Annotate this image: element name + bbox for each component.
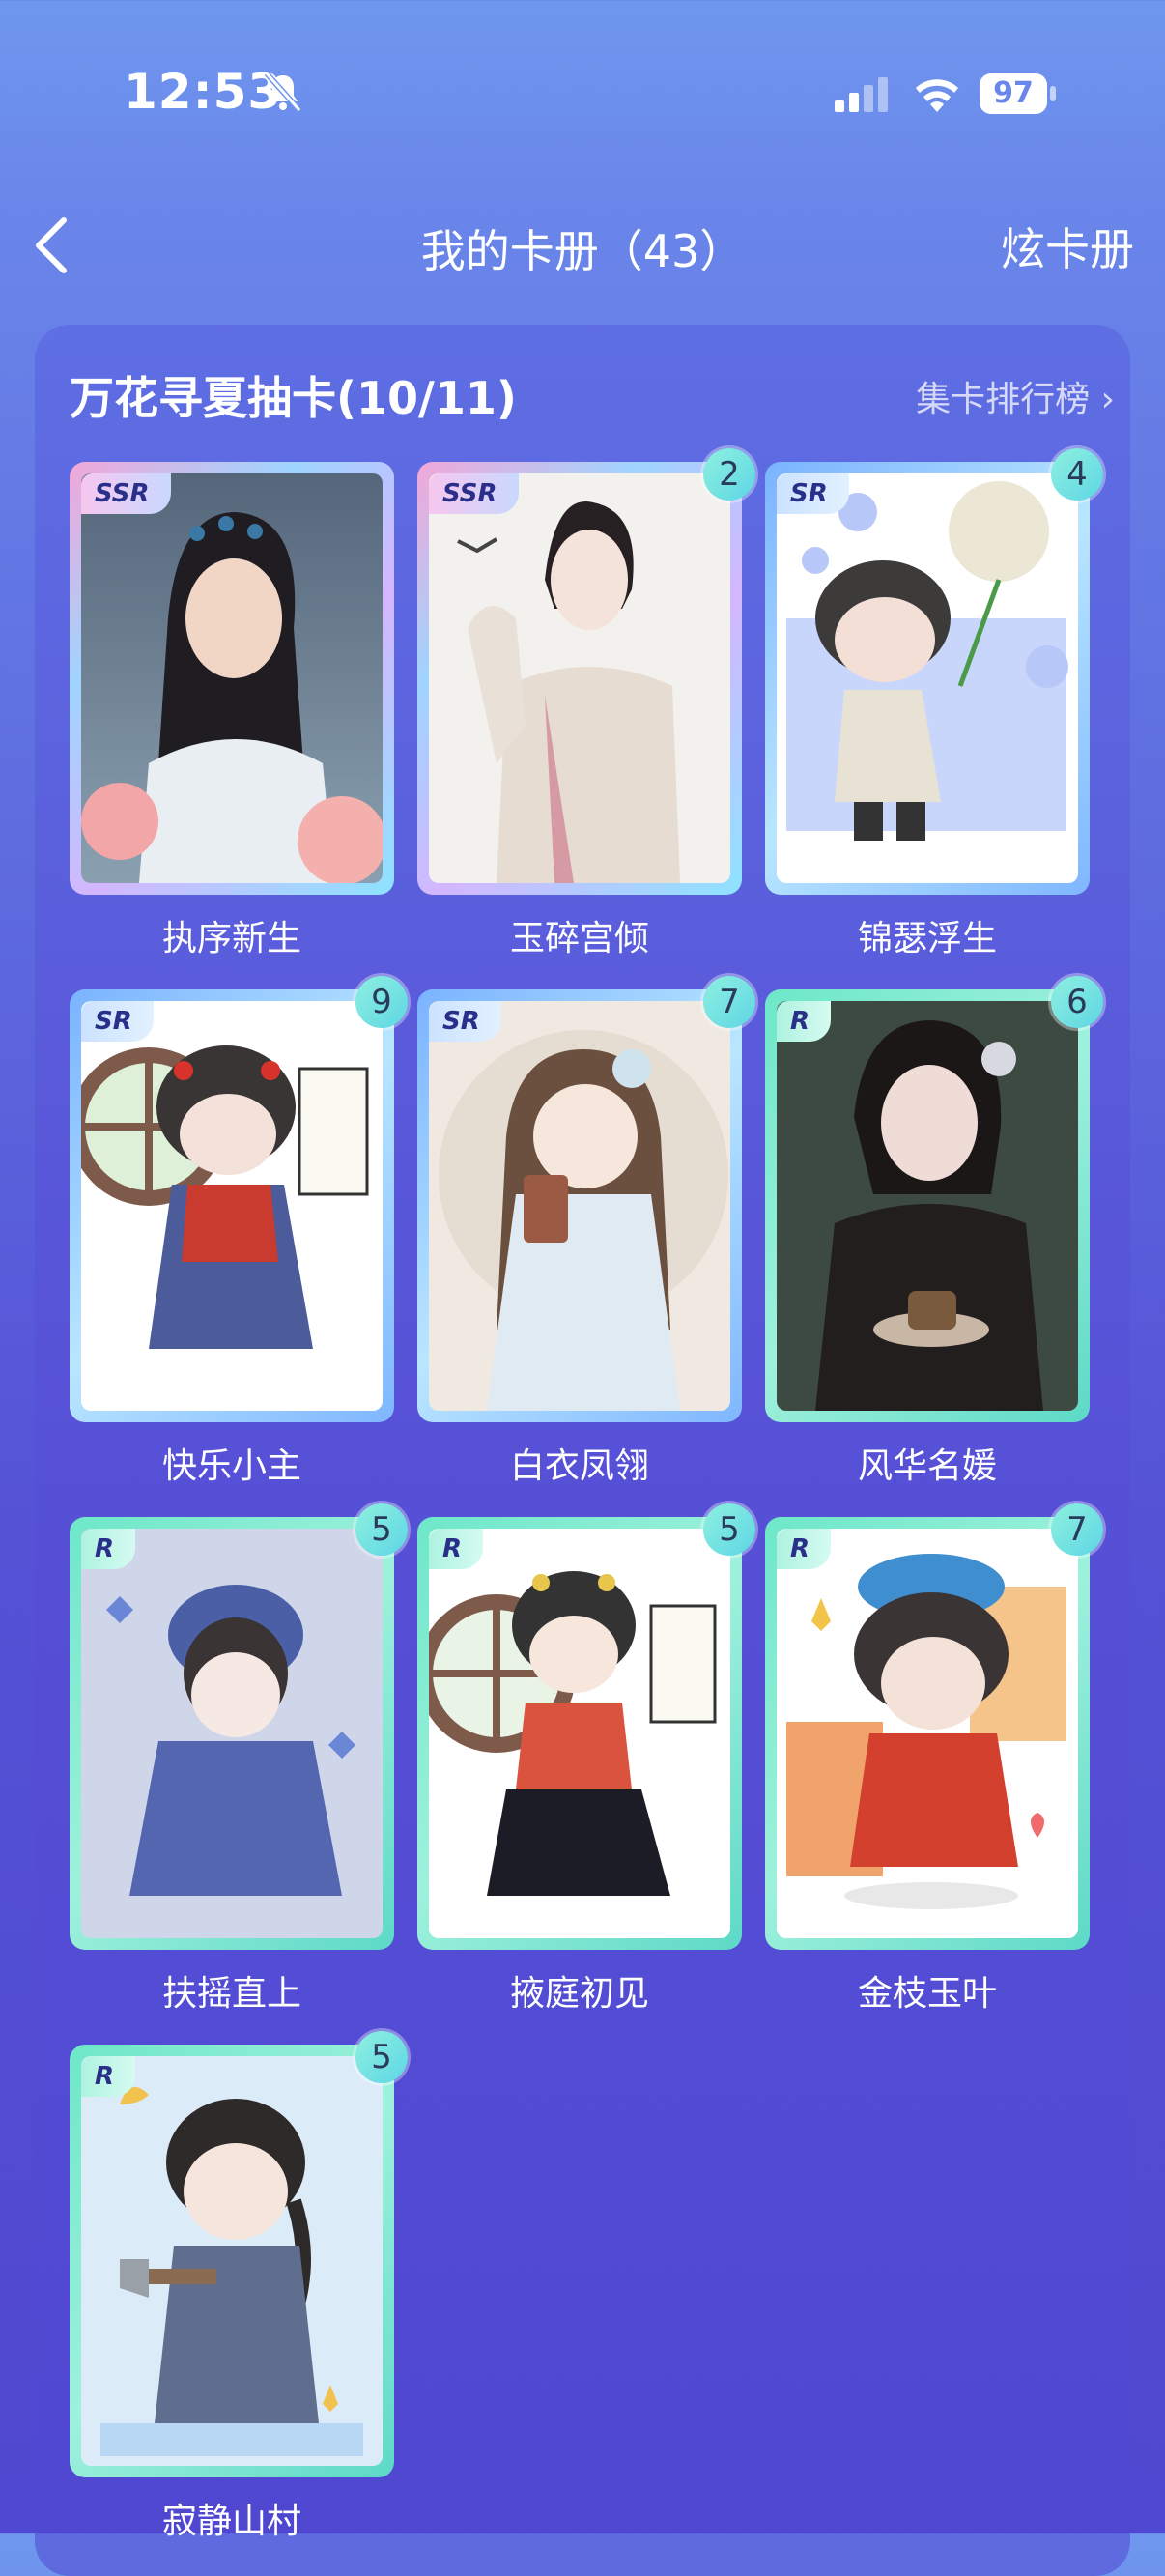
count-badge: 6	[1051, 976, 1103, 1028]
rarity-badge: SR	[777, 473, 849, 514]
card-item[interactable]: R 5	[70, 1503, 408, 1950]
count-badge: 4	[1051, 448, 1103, 501]
count-badge: 5	[355, 2031, 408, 2083]
card-name: 寂静山村	[161, 2502, 301, 2541]
card-item[interactable]: SR 9	[70, 976, 408, 1422]
rarity-badge: SSR	[429, 473, 519, 514]
card-art: R	[777, 1529, 1078, 1938]
bell-muted-icon	[264, 71, 302, 113]
card-art: SR	[81, 1001, 383, 1411]
card-name: 金枝玉叶	[857, 1974, 997, 2014]
showcase-button[interactable]: 炫卡册	[1001, 215, 1134, 278]
rarity-badge: R	[81, 2056, 136, 2097]
card-art: R	[81, 2056, 383, 2466]
battery-indicator: 97	[980, 73, 1057, 114]
count-badge: 7	[1051, 1503, 1103, 1556]
nav-bar: 我的卡册（43） 炫卡册	[0, 193, 1165, 300]
rarity-badge: R	[777, 1001, 832, 1042]
status-bar: 12:53 97	[0, 0, 1165, 184]
count-badge: 2	[703, 448, 755, 501]
section-title: 万花寻夏抽卡(10/11)	[70, 372, 517, 424]
card-name: 快乐小主	[161, 1446, 301, 1486]
card-name: 执序新生	[161, 919, 301, 959]
card-art: R	[81, 1529, 383, 1938]
card-name: 锦瑟浮生	[857, 919, 997, 959]
battery-level: 97	[980, 73, 1047, 114]
card-name: 白衣凤翎	[509, 1446, 649, 1486]
cellular-signal-icon	[835, 77, 888, 112]
rarity-badge: SR	[429, 1001, 501, 1042]
wifi-icon	[916, 79, 958, 112]
card-art: R	[429, 1529, 730, 1938]
page-title: 我的卡册（43）	[420, 225, 745, 277]
card-item[interactable]: R 5	[417, 1503, 755, 1950]
card-art: R	[777, 1001, 1078, 1411]
count-badge: 5	[703, 1503, 755, 1556]
card-item[interactable]: SR 7	[417, 976, 755, 1422]
rarity-badge: SR	[81, 1001, 154, 1042]
count-badge: 7	[703, 976, 755, 1028]
card-art: SR	[429, 1001, 730, 1411]
card-item[interactable]: SSR 2	[417, 448, 755, 895]
rarity-badge: R	[81, 1529, 136, 1569]
rarity-badge: R	[429, 1529, 484, 1569]
card-item[interactable]: SR 4	[765, 448, 1103, 895]
chevron-right-icon: ›	[1100, 380, 1115, 419]
card-name: 玉碎宫倾	[509, 919, 649, 959]
card-item[interactable]: SSR	[70, 462, 394, 895]
card-name: 掖庭初见	[509, 1974, 649, 2014]
rarity-badge: SSR	[81, 473, 171, 514]
card-name: 扶摇直上	[161, 1974, 301, 2014]
card-art: SR	[777, 473, 1078, 883]
card-art: SSR	[81, 473, 383, 883]
card-item[interactable]: R 5	[70, 2031, 408, 2477]
card-art: SSR	[429, 473, 730, 883]
count-badge: 5	[355, 1503, 408, 1556]
rarity-badge: R	[777, 1529, 832, 1569]
ranking-link-label: 集卡排行榜	[916, 380, 1091, 419]
card-item[interactable]: R 6	[765, 976, 1103, 1422]
card-name: 风华名媛	[857, 1446, 997, 1486]
ranking-link[interactable]: 集卡排行榜 ›	[916, 371, 1115, 421]
status-time: 12:53	[124, 64, 283, 120]
count-badge: 9	[355, 976, 408, 1028]
card-item[interactable]: R 7	[765, 1503, 1103, 1950]
